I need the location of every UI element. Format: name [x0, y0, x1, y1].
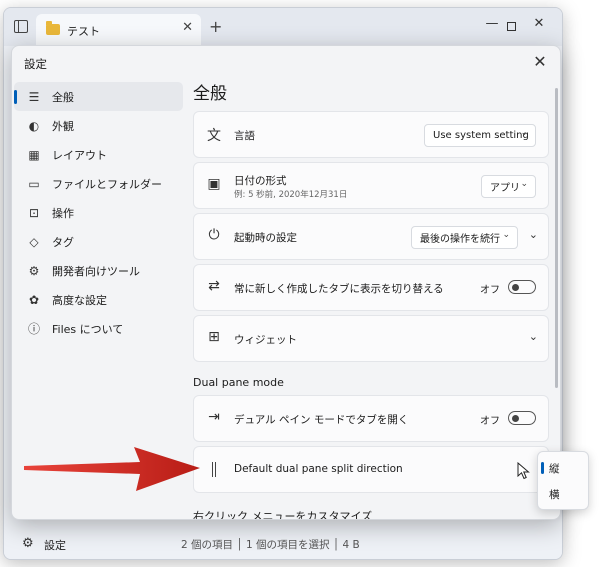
advanced-icon: ✿ — [28, 292, 40, 307]
tag-icon: ◇ — [29, 234, 39, 249]
sidebar-item-label: 開発者向けツール — [52, 264, 140, 278]
expand-chevron-icon[interactable]: ⌄ — [529, 228, 538, 241]
switch-tab-setting-card: ⇄ 常に新しく作成したタブに表示を切り替える オフ — [193, 264, 549, 311]
context-menu-section-heading: 右クリック メニューをカスタマイズ — [193, 510, 373, 520]
chevron-down-icon: ⌄ — [520, 128, 528, 138]
switch-tab-state: オフ — [480, 285, 500, 296]
widgets-label: ウィジェット — [234, 334, 297, 346]
sidebar-item-tags[interactable]: ◇ タグ — [14, 227, 183, 256]
dual-pane-open-toggle[interactable] — [508, 411, 536, 425]
date-format-dropdown-value: アプリ — [490, 183, 520, 194]
tab-close-icon[interactable]: ✕ — [182, 20, 193, 35]
tab-title: テスト — [67, 25, 100, 38]
calendar-clock-icon: ▣ — [207, 176, 221, 192]
sidebar-item-appearance[interactable]: ◐ 外観 — [14, 111, 183, 140]
language-dropdown[interactable]: Use system setting ⌄ — [424, 124, 536, 147]
settings-scrollbar[interactable] — [555, 88, 558, 388]
language-setting-card: 文 言語 Use system setting ⌄ — [193, 111, 549, 158]
maximize-button[interactable] — [507, 22, 516, 31]
title-bar: テスト ✕ + — ✕ — [4, 8, 562, 46]
dual-pane-open-setting-card: ⇥ デュアル ペイン モードでタブを開く オフ — [193, 395, 549, 442]
devtools-icon: ⚙ — [28, 263, 40, 278]
power-icon: ⏻ — [208, 227, 220, 243]
sliders-icon: ☰ — [28, 89, 40, 104]
date-format-setting-card: ▣ 日付の形式 例: 5 秒前, 2020年12月31日 アプリ ⌄ — [193, 162, 549, 209]
sidebar-item-actions[interactable]: ⊡ 操作 — [14, 198, 183, 227]
sidebar-item-label: タグ — [52, 235, 74, 249]
settings-sidebar: ☰ 全般 ◐ 外観 ▦ レイアウト ▭ ファイルとフォルダー ⊡ 操作 ◇ タグ… — [12, 82, 187, 343]
flyout-item-vertical[interactable]: 縦 — [538, 456, 588, 480]
split-direction-setting-card[interactable]: Default dual pane split direction — [193, 446, 549, 493]
dual-pane-open-label: デュアル ペイン モードでタブを開く — [234, 414, 409, 426]
swap-icon: ⇄ — [208, 278, 220, 294]
widgets-icon: ⊞ — [208, 329, 220, 345]
language-label: 言語 — [234, 130, 255, 142]
widgets-setting-card[interactable]: ⊞ ウィジェット ⌄ — [193, 315, 549, 362]
sidebar-item-label: Files について — [52, 322, 124, 336]
flyout-item-horizontal[interactable]: 横 — [538, 482, 588, 506]
sidebar-item-label: レイアウト — [52, 148, 107, 162]
chevron-down-icon: ⌄ — [502, 230, 510, 240]
red-arrow-annotation — [24, 447, 200, 491]
switch-tab-label: 常に新しく作成したタブに表示を切り替える — [234, 283, 444, 295]
chevron-down-icon: ⌄ — [520, 179, 528, 189]
close-icon[interactable]: ✕ — [530, 52, 550, 71]
sidebar-item-label: ファイルとフォルダー — [52, 177, 162, 191]
startup-label: 起動時の設定 — [234, 232, 297, 244]
tab-test[interactable]: テスト ✕ — [36, 14, 201, 46]
sidebar-item-about[interactable]: ⓘ Files について — [14, 314, 183, 343]
minimize-button[interactable]: — — [482, 16, 502, 31]
tab-list-icon[interactable] — [14, 20, 28, 33]
palette-icon: ◐ — [28, 118, 40, 133]
mouse-cursor-icon — [517, 462, 530, 480]
date-format-example: 例: 5 秒前, 2020年12月31日 — [234, 190, 348, 200]
split-direction-label: Default dual pane split direction — [234, 463, 403, 475]
startup-setting-card[interactable]: ⏻ 起動時の設定 最後の操作を続行 ⌄ ⌄ — [193, 213, 549, 260]
status-settings-label[interactable]: 設定 — [44, 537, 66, 553]
sidebar-item-advanced[interactable]: ✿ 高度な設定 — [14, 285, 183, 314]
sidebar-item-general[interactable]: ☰ 全般 — [14, 82, 183, 111]
sidebar-item-label: 全般 — [52, 90, 74, 104]
sidebar-item-devtools[interactable]: ⚙ 開発者向けツール — [14, 256, 183, 285]
date-format-dropdown[interactable]: アプリ ⌄ — [481, 175, 536, 198]
dialog-title: 設定 — [24, 57, 47, 71]
sidebar-item-label: 操作 — [52, 206, 74, 220]
gear-icon[interactable]: ⚙ — [22, 536, 34, 551]
info-icon: ⓘ — [27, 322, 40, 336]
sidebar-item-label: 高度な設定 — [52, 293, 107, 307]
folder-icon: ▭ — [28, 176, 40, 191]
flyout-item-label: 横 — [549, 488, 560, 501]
switch-tab-toggle[interactable] — [508, 280, 536, 294]
open-pane-icon: ⇥ — [208, 409, 220, 425]
new-tab-button[interactable]: + — [209, 17, 222, 36]
status-item-count: 2 個の項目 │ 1 個の項目を選択 │ 4 B — [181, 539, 360, 551]
window-close-button[interactable]: ✕ — [529, 16, 549, 31]
language-icon: 文 — [207, 128, 221, 144]
sidebar-item-files-folders[interactable]: ▭ ファイルとフォルダー — [14, 169, 183, 198]
status-bar: ⚙ 設定 2 個の項目 │ 1 個の項目を選択 │ 4 B — [4, 529, 562, 559]
page-title: 全般 — [193, 84, 227, 104]
dual-pane-section-heading: Dual pane mode — [193, 376, 284, 389]
flyout-item-label: 縦 — [549, 462, 560, 475]
startup-dropdown[interactable]: 最後の操作を続行 ⌄ — [411, 226, 518, 249]
sidebar-item-layout[interactable]: ▦ レイアウト — [14, 140, 183, 169]
language-dropdown-value: Use system setting — [433, 130, 529, 141]
action-icon: ⊡ — [28, 205, 40, 220]
grid-icon: ▦ — [28, 147, 40, 162]
sidebar-item-label: 外観 — [52, 119, 74, 133]
startup-dropdown-value: 最後の操作を続行 — [420, 234, 500, 245]
dual-pane-open-state: オフ — [480, 416, 500, 427]
split-direction-flyout: 縦 横 — [537, 451, 589, 510]
folder-icon — [46, 21, 60, 35]
split-direction-icon — [212, 462, 216, 477]
date-format-label: 日付の形式 — [234, 175, 287, 187]
expand-chevron-icon[interactable]: ⌄ — [529, 330, 538, 343]
